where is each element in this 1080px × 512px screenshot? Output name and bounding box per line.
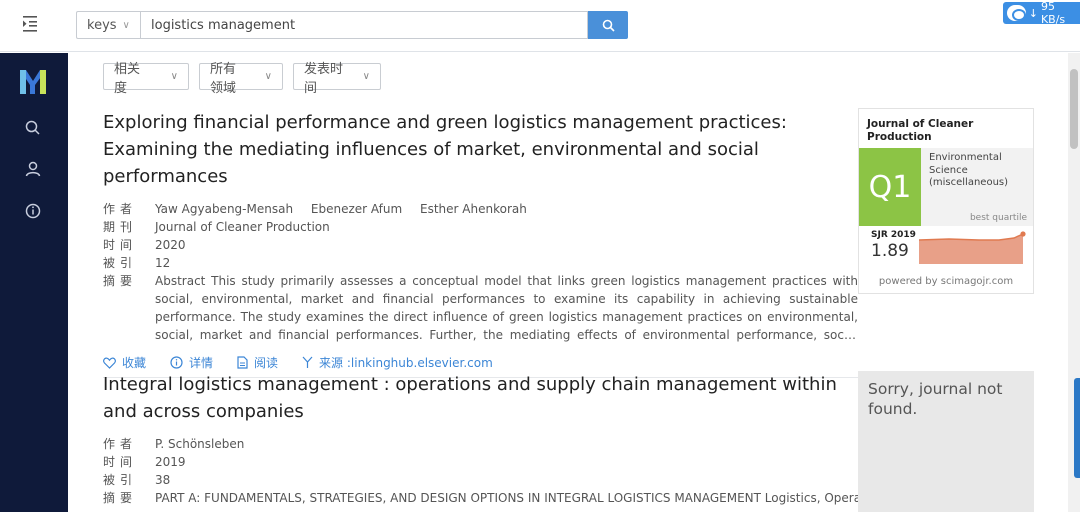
chevron-down-icon: ∨	[264, 71, 272, 82]
citations-label: 被引	[103, 256, 138, 270]
year-label: 时间	[103, 455, 138, 469]
search-type-label: keys	[87, 17, 117, 33]
chevron-down-icon: ∨	[170, 71, 178, 82]
result-item: Integral logistics management : operatio…	[103, 371, 858, 507]
author-name[interactable]: Esther Ahenkorah	[420, 202, 527, 216]
heart-icon	[103, 357, 116, 369]
source-domain: linkinghub.elsevier.com	[350, 355, 493, 370]
network-speed: 95 KB/s	[1040, 0, 1066, 26]
best-quartile-label: best quartile	[969, 213, 1027, 223]
document-icon	[237, 356, 248, 369]
result-actions: 收藏 详情 阅读 来源 : linkinghub.elsevier.com	[103, 354, 858, 371]
filter-bar: 相关度 ∨ 所有领域 ∨ 发表时间 ∨	[103, 62, 381, 96]
chevron-down-icon: ∨	[122, 19, 130, 31]
publish-year: 2019	[155, 455, 186, 469]
filter-label: 相关度	[114, 61, 141, 96]
app-logo[interactable]	[18, 68, 48, 96]
search-icon	[602, 19, 615, 32]
result-meta: 作者 P. Schönsleben 时间 2019 被引 38 摘要 PART …	[103, 435, 858, 507]
info-icon	[170, 356, 183, 369]
journal-rank-card[interactable]: Journal of Cleaner Production Q1 Environ…	[858, 108, 1034, 294]
network-speed-badge[interactable]: ↓ 95 KB/s	[1003, 0, 1080, 26]
menu-toggle-icon[interactable]	[22, 14, 44, 34]
result-meta: 作者 Yaw Agyabeng-Mensah Ebenezer Afum Est…	[103, 200, 858, 344]
source-link[interactable]: 来源 : linkinghub.elsevier.com	[302, 354, 493, 371]
quartile-badge: Q1	[859, 148, 921, 226]
info-icon[interactable]	[24, 202, 42, 220]
subject-category: Environmental Science (miscellaneous)	[929, 152, 1009, 188]
author-list: Yaw Agyabeng-Mensah Ebenezer Afum Esther…	[155, 200, 541, 218]
abstract-text: Abstract This study primarily assesses a…	[155, 274, 858, 342]
filter-label: 发表时间	[304, 61, 344, 96]
sort-relevance-filter[interactable]: 相关度 ∨	[103, 62, 189, 96]
journal-card-title: Journal of Cleaner Production	[867, 118, 974, 143]
read-label: 阅读	[254, 356, 279, 370]
journal-label: 期刊	[103, 220, 138, 234]
sjr-year-label: SJR 2019	[871, 230, 916, 240]
author-list: P. Schönsleben	[155, 435, 258, 453]
author-name[interactable]: Ebenezer Afum	[311, 202, 402, 216]
publish-time-filter[interactable]: 发表时间 ∨	[293, 62, 381, 96]
search-bar: keys ∨	[76, 11, 628, 39]
journal-not-found-card: Sorry, journal not found.	[858, 371, 1034, 512]
filter-label: 所有领域	[210, 61, 237, 96]
citation-count: 38	[155, 473, 171, 487]
abstract-label: 摘要	[103, 274, 138, 288]
download-arrow-icon: ↓	[1028, 6, 1038, 20]
side-widget-handle[interactable]	[1074, 378, 1080, 478]
chevron-down-icon: ∨	[362, 71, 370, 82]
result-title[interactable]: Exploring financial performance and gree…	[103, 109, 858, 190]
journal-name: Journal of Cleaner Production	[155, 220, 330, 234]
user-icon[interactable]	[24, 160, 42, 178]
powered-by-label: powered by scimagojr.com	[878, 276, 1014, 287]
citations-label: 被引	[103, 473, 138, 487]
search-icon[interactable]	[24, 119, 42, 137]
sidebar	[0, 53, 68, 512]
publish-year: 2020	[155, 238, 186, 252]
favorite-button[interactable]: 收藏	[103, 354, 146, 371]
top-bar: keys ∨ ↓ 95 KB/s	[0, 0, 1080, 52]
author-label: 作者	[103, 202, 138, 216]
cloud-icon	[1007, 5, 1026, 21]
field-filter[interactable]: 所有领域 ∨	[199, 62, 283, 96]
read-button[interactable]: 阅读	[237, 354, 278, 371]
author-label: 作者	[103, 437, 138, 451]
search-button[interactable]	[588, 11, 628, 39]
result-item: Exploring financial performance and gree…	[103, 109, 858, 378]
details-label: 详情	[189, 356, 214, 370]
source-prefix: 来源 :	[319, 356, 351, 370]
sjr-sparkline	[918, 230, 1027, 274]
citation-count: 12	[155, 256, 171, 270]
branch-icon	[302, 356, 313, 368]
abstract-text: PART A: FUNDAMENTALS, STRATEGIES, AND DE…	[155, 491, 858, 505]
year-label: 时间	[103, 238, 138, 252]
scroll-thumb[interactable]	[1070, 69, 1078, 149]
details-button[interactable]: 详情	[170, 354, 213, 371]
search-input[interactable]	[140, 11, 588, 39]
results-panel: 相关度 ∨ 所有领域 ∨ 发表时间 ∨ Exploring financial …	[68, 53, 1068, 512]
author-name[interactable]: P. Schönsleben	[155, 437, 244, 451]
favorite-label: 收藏	[122, 356, 147, 370]
search-type-dropdown[interactable]: keys ∨	[76, 11, 140, 39]
author-name[interactable]: Yaw Agyabeng-Mensah	[155, 202, 293, 216]
sjr-value: 1.89	[871, 241, 909, 261]
abstract-label: 摘要	[103, 491, 138, 505]
result-title[interactable]: Integral logistics management : operatio…	[103, 371, 858, 425]
